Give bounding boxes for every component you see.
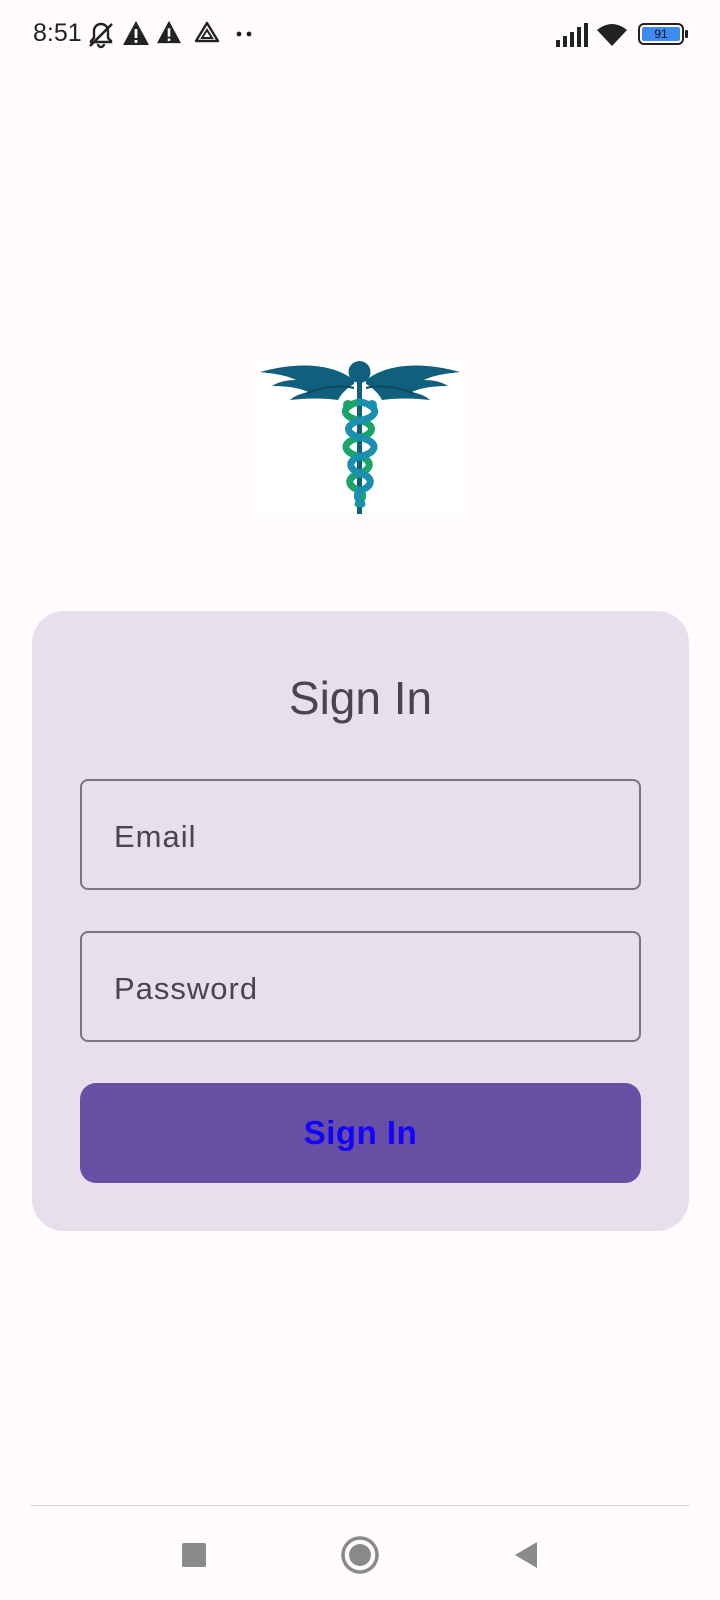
status-time: 8:51 [33,19,82,47]
drive-icon [194,21,220,43]
status-bar: 8:51 91 [0,0,720,70]
signal-icon [556,23,588,47]
email-field[interactable]: Email [80,779,641,890]
email-placeholder: Email [114,819,197,854]
battery-icon: 91 [638,23,688,45]
app-logo [258,358,462,516]
home-button[interactable] [330,1530,390,1580]
more-dots-icon [236,31,252,37]
warning-icon [123,21,149,45]
password-field[interactable]: Password [80,931,641,1042]
caduceus-icon [260,361,460,514]
back-triangle-icon [515,1542,537,1568]
battery-level: 91 [642,27,680,41]
sign-in-card: Sign In Email Password Sign In [32,611,689,1231]
sign-in-screen: 8:51 91 Sign In Email Password Sign In [0,0,720,1600]
muted-bell-icon [89,22,113,49]
sign-in-button[interactable]: Sign In [80,1083,641,1183]
recents-button[interactable] [164,1530,224,1580]
wifi-icon [597,24,627,46]
sign-in-title: Sign In [288,672,433,724]
back-button[interactable] [496,1530,556,1580]
recents-square-icon [182,1543,206,1567]
warning-icon [157,20,181,44]
password-placeholder: Password [114,971,259,1006]
sign-in-button-label: Sign In [303,1114,418,1151]
home-circle-icon [341,1536,379,1574]
nav-divider [30,1505,690,1506]
